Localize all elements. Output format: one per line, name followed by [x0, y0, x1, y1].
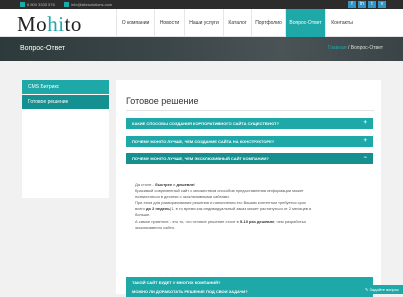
faq-question-5[interactable]: ТАКОЙ САЙТ БУДЕТ У МНОГИХ КОМПАНИЙ? [126, 277, 373, 288]
email-contact[interactable]: info@sitesolutions.com [64, 1, 112, 8]
nav-portfolio[interactable]: Портфолио [251, 9, 285, 37]
nav-faq[interactable]: Вопрос-Ответ [285, 9, 325, 37]
ask-question-button[interactable]: ✎ Задайте вопрос [343, 285, 403, 294]
nav-catalog[interactable]: Каталог [223, 9, 251, 37]
sidebar-item-ready-solution[interactable]: Готовое решение [22, 95, 109, 109]
page-title: Вопрос-Ответ [20, 45, 66, 52]
page-banner: Вопрос-Ответ Главная / Вопрос-Ответ [0, 37, 403, 61]
phone-icon [20, 2, 25, 8]
top-bar: 8 800 3333 576 info@sitesolutions.com f … [0, 0, 403, 9]
answer-line-6: больше. [135, 212, 151, 217]
answer-line-8: эксклюзивного сайта. [135, 225, 175, 230]
plus-icon: + [363, 120, 367, 126]
faq-question-2[interactable]: ПОЧЕМУ MOHITO ЛУЧШЕ, ЧЕМ СОЗДАНИЕ САЙТА … [126, 136, 373, 147]
phone-contact[interactable]: 8 800 3333 576 [20, 1, 55, 8]
faq-question-3[interactable]: ПОЧЕМУ MOHITO ЛУЧШЕ, ЧЕМ ЭКСКЛЮЗИВНЫЙ СА… [126, 153, 373, 164]
twitter-icon[interactable]: t [368, 1, 376, 8]
divider [126, 110, 374, 111]
nav-services[interactable]: Наши услуги [184, 9, 223, 37]
plus-icon: + [363, 138, 367, 144]
breadcrumb-current: Вопрос-Ответ [350, 45, 383, 51]
header: Mohito О компании Новости Наши услуги Ка… [0, 9, 403, 37]
linkedin-icon[interactable]: in [358, 1, 366, 8]
nav-about[interactable]: О компании [116, 9, 154, 37]
main-content: Готовое решение КАКИЕ СПОСОБЫ СОЗДАНИЯ К… [116, 80, 381, 297]
nav-news[interactable]: Новости [154, 9, 184, 37]
facebook-icon[interactable]: f [348, 1, 356, 8]
section-title: Готовое решение [126, 96, 199, 106]
breadcrumb: Главная / Вопрос-Ответ [327, 45, 383, 51]
sidebar-item-cms-bitrix[interactable]: CMS Битрикс [22, 80, 109, 94]
faq-question-1[interactable]: КАКИЕ СПОСОБЫ СОЗДАНИЯ КОРПОРАТИВНОГО СА… [126, 118, 373, 129]
logo[interactable]: Mohito [17, 12, 82, 37]
vk-icon[interactable]: v [378, 1, 386, 8]
breadcrumb-home[interactable]: Главная [328, 45, 347, 51]
minus-icon: − [363, 155, 367, 161]
nav-contacts[interactable]: Контакты [325, 9, 358, 37]
mail-icon [64, 2, 69, 8]
